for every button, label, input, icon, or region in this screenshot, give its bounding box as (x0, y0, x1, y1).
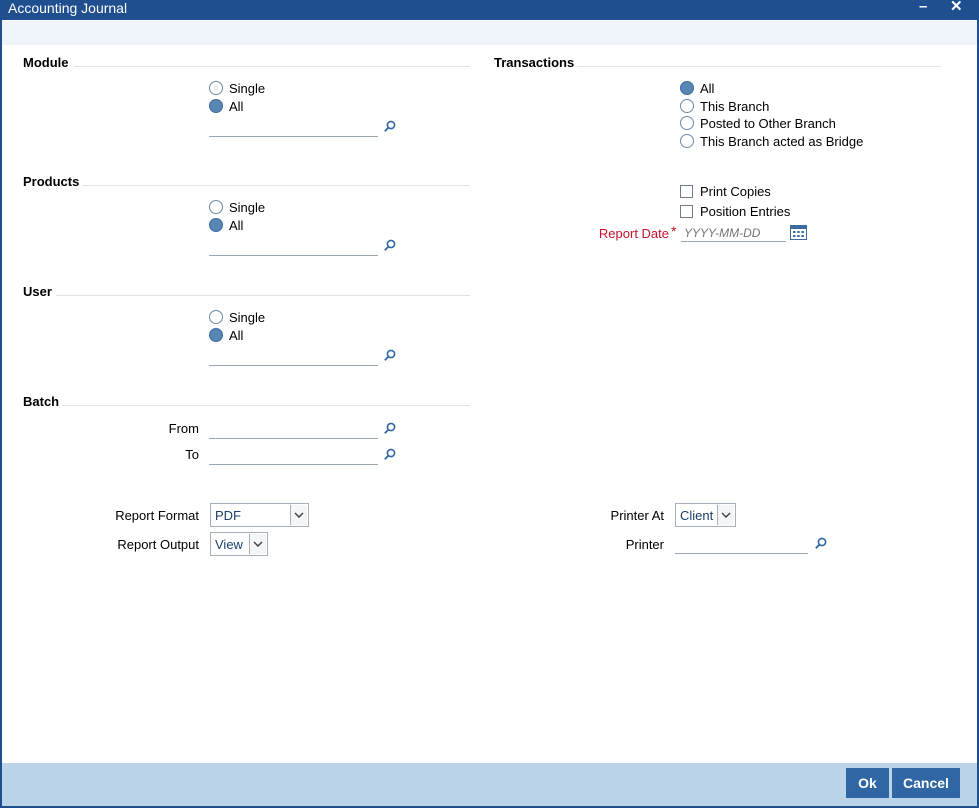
radio-label: All (229, 98, 244, 114)
products-single-radio[interactable]: Single (209, 198, 265, 216)
radio-label: Single (229, 80, 266, 96)
radio-button[interactable] (209, 218, 223, 232)
checkbox-box[interactable] (680, 184, 693, 198)
toolbar-strip (2, 21, 977, 45)
calendar-icon[interactable] (790, 224, 807, 240)
title-bar: Accounting Journal – ✕ (0, 0, 979, 20)
module-input[interactable] (209, 119, 378, 137)
minimize-icon[interactable]: – (919, 0, 927, 14)
cancel-button[interactable]: Cancel (892, 768, 960, 798)
report-output-select[interactable]: View (210, 532, 268, 556)
search-icon[interactable] (383, 447, 397, 461)
search-icon[interactable] (814, 536, 828, 550)
report-format-select[interactable]: PDF (210, 503, 309, 527)
search-icon[interactable] (383, 238, 397, 252)
close-icon[interactable]: ✕ (950, 0, 963, 14)
section-divider (82, 185, 470, 186)
required-asterisk: * (671, 223, 677, 239)
printer-input[interactable] (675, 536, 808, 554)
checkbox-box[interactable] (680, 204, 693, 218)
radio-label: Single (229, 199, 266, 215)
section-divider (577, 66, 941, 67)
products-all-radio[interactable]: All (209, 216, 243, 234)
window-border-left (0, 20, 2, 808)
radio-button[interactable] (680, 116, 694, 130)
radio-label: All (700, 80, 715, 96)
section-divider (56, 295, 470, 296)
report-date-label: Report Date (560, 226, 669, 241)
radio-button[interactable] (680, 99, 694, 113)
report-output-value: View (215, 536, 243, 552)
report-output-label: Report Output (117, 537, 199, 552)
transactions-bridge-radio[interactable]: This Branch acted as Bridge (680, 132, 863, 150)
report-format-label: Report Format (115, 508, 199, 523)
ok-button[interactable]: Ok (846, 768, 889, 798)
report-date-label-text: Report Date (598, 226, 669, 241)
report-date-input[interactable] (681, 224, 786, 242)
checkbox-label: Print Copies (700, 183, 771, 199)
chevron-down-icon[interactable] (290, 505, 307, 525)
batch-section-title: Batch (23, 394, 60, 409)
radio-button[interactable] (209, 99, 223, 113)
transactions-all-radio[interactable]: All (680, 79, 714, 97)
user-input[interactable] (209, 348, 378, 366)
transactions-this-branch-radio[interactable]: This Branch (680, 97, 769, 115)
radio-button[interactable] (209, 328, 223, 342)
products-input[interactable] (209, 238, 378, 256)
footer-bar (2, 763, 977, 806)
section-divider (74, 66, 470, 67)
printer-at-value: Client (680, 507, 714, 523)
position-entries-checkbox[interactable]: Position Entries (680, 202, 790, 220)
printer-at-label: Printer At (610, 508, 664, 523)
print-copies-checkbox[interactable]: Print Copies (680, 182, 771, 200)
module-section-title: Module (23, 55, 69, 70)
batch-to-input[interactable] (209, 447, 378, 465)
chevron-down-icon[interactable] (249, 534, 266, 554)
report-format-value: PDF (215, 507, 241, 523)
search-icon[interactable] (383, 119, 397, 133)
user-section-title: User (23, 284, 52, 299)
section-divider (62, 405, 470, 406)
radio-label: All (229, 217, 244, 233)
radio-button[interactable] (209, 81, 223, 95)
window-title: Accounting Journal (8, 0, 128, 16)
radio-button[interactable] (680, 81, 694, 95)
batch-from-label: From (168, 421, 199, 436)
transactions-posted-other-branch-radio[interactable]: Posted to Other Branch (680, 114, 836, 132)
batch-to-label: To (185, 447, 199, 462)
products-section-title: Products (23, 174, 80, 189)
radio-label: This Branch (700, 98, 770, 114)
printer-at-select[interactable]: Client (675, 503, 736, 527)
search-icon[interactable] (383, 421, 397, 435)
radio-button[interactable] (209, 310, 223, 324)
printer-label: Printer (625, 537, 664, 552)
module-single-radio[interactable]: Single (209, 79, 265, 97)
radio-label: This Branch acted as Bridge (700, 133, 864, 149)
search-icon[interactable] (383, 348, 397, 362)
transactions-section-title: Transactions (494, 55, 575, 70)
radio-label: Single (229, 309, 266, 325)
radio-label: All (229, 327, 244, 343)
radio-button[interactable] (680, 134, 694, 148)
batch-from-input[interactable] (209, 421, 378, 439)
radio-button[interactable] (209, 200, 223, 214)
chevron-down-icon[interactable] (717, 505, 734, 525)
checkbox-label: Position Entries (700, 203, 791, 219)
user-single-radio[interactable]: Single (209, 308, 265, 326)
user-all-radio[interactable]: All (209, 326, 243, 344)
radio-label: Posted to Other Branch (700, 115, 836, 131)
module-all-radio[interactable]: All (209, 97, 243, 115)
